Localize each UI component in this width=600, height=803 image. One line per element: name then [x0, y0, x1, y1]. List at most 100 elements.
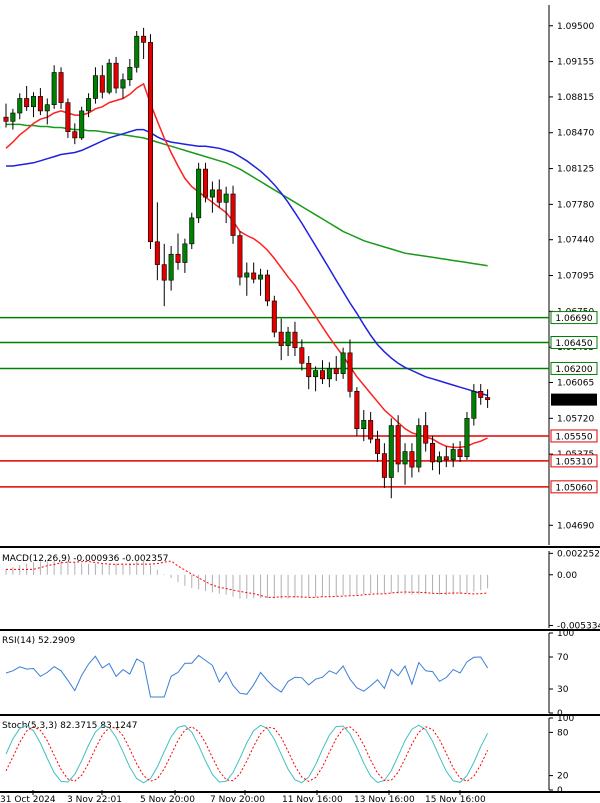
candle-body	[65, 102, 71, 132]
candle-body	[264, 274, 270, 302]
candle-body	[223, 193, 229, 203]
macd-tick-label: 0.002252	[557, 549, 600, 559]
rsi-tick-label: 100	[557, 629, 574, 639]
candle-body	[134, 35, 140, 68]
candle-body	[485, 397, 491, 400]
candle-body	[478, 391, 484, 398]
candle-body	[409, 451, 415, 468]
candle-body	[457, 449, 463, 458]
candle-body	[278, 331, 284, 346]
x-tick-label: 31 Oct 2024	[0, 795, 56, 803]
candle-body	[313, 370, 319, 378]
rsi-title: RSI(14) 52.2909	[2, 636, 75, 646]
candle-body	[37, 96, 43, 112]
y-tick-label: 1.04690	[557, 521, 594, 531]
x-tick-label: 15 Nov 16:00	[425, 795, 486, 803]
candle-body	[319, 370, 325, 380]
candle-body	[464, 418, 470, 458]
stoch-tick-label: 20	[557, 772, 569, 782]
candle-body	[285, 331, 291, 346]
x-tick-label: 5 Nov 20:00	[140, 795, 195, 803]
candle-body	[196, 168, 202, 219]
stoch-tick-label: 100	[557, 714, 574, 724]
candle-body	[354, 391, 360, 429]
candle-body	[51, 72, 57, 105]
macd-pane: MACD(12,26,9) -0.000936 -0.002357 0.00225…	[0, 549, 600, 631]
candle-body	[10, 112, 16, 122]
level-label: 1.05060	[555, 483, 592, 493]
candle-body	[230, 193, 236, 236]
candle-body	[147, 42, 153, 243]
stoch-pane: Stoch(5,3,3) 82.3715 83.124710080200	[0, 714, 600, 796]
candle-body	[72, 131, 78, 139]
y-tick-label: 1.08815	[557, 93, 594, 103]
candle-body	[120, 79, 126, 89]
candle-body	[79, 110, 85, 139]
candle-body	[113, 62, 119, 89]
candle-body	[161, 264, 167, 281]
candle-body	[326, 368, 332, 380]
candle-body	[402, 451, 408, 465]
candle-body	[340, 352, 346, 374]
stoch-tick-label: 0	[557, 786, 563, 796]
candle-body	[154, 241, 160, 265]
x-tick-label: 7 Nov 20:00	[210, 795, 265, 803]
level-label: 1.05310	[555, 457, 592, 467]
candle-body	[244, 272, 250, 278]
candle-body	[368, 420, 374, 440]
candle-body	[381, 453, 387, 478]
candle-body	[271, 300, 277, 333]
candle-body	[258, 274, 264, 280]
candle-body	[395, 425, 401, 465]
y-tick-label: 1.09500	[557, 22, 594, 32]
candle-body	[31, 96, 37, 108]
candle-body	[375, 438, 381, 454]
candle-body	[237, 235, 243, 278]
candle-body	[450, 449, 456, 461]
y-tick-label: 1.06065	[557, 378, 594, 388]
stoch-signal-line	[5, 726, 489, 782]
level-label: 1.06200	[555, 365, 592, 375]
x-tick-label: 3 Nov 22:01	[67, 795, 122, 803]
candle-body	[189, 217, 195, 245]
x-tick-label: 11 Nov 16:00	[282, 795, 343, 803]
candle-body	[168, 253, 174, 281]
rsi-tick-label: 70	[557, 653, 569, 663]
level-label: 1.05550	[555, 432, 592, 442]
x-tick-label: 13 Nov 16:00	[354, 795, 415, 803]
candle-body	[3, 116, 9, 122]
candle-body	[175, 253, 181, 263]
level-label: 1.06450	[555, 339, 592, 349]
y-tick-label: 1.05720	[557, 414, 594, 424]
candle-body	[471, 391, 477, 419]
rsi-tick-label: 30	[557, 685, 569, 695]
forex-chart: 1.09500 1.09155 1.08815 1.08470 1.08125 1.077…	[0, 5, 600, 803]
y-tick-label: 1.08125	[557, 165, 594, 175]
stoch-main-line	[5, 724, 489, 784]
candle-body	[333, 368, 339, 374]
candle-body	[58, 72, 64, 103]
candle-body	[141, 35, 147, 43]
candle-body	[292, 331, 298, 348]
candle-body	[127, 67, 133, 81]
candle-body	[203, 168, 209, 198]
ma-green-line	[6, 123, 488, 267]
rsi-line	[5, 654, 489, 698]
candle-body	[436, 456, 442, 463]
candle-body	[24, 98, 30, 108]
price-pane: 1.09500 1.09155 1.08815 1.08470 1.08125 1.077…	[0, 5, 600, 548]
y-tick-label: 1.08470	[557, 129, 594, 139]
candle-body	[17, 98, 23, 114]
macd-tick-label: 0.00	[557, 571, 577, 581]
y-tick-label: 1.07780	[557, 200, 594, 210]
level-label: 1.06690	[555, 314, 592, 324]
candle-body	[106, 62, 112, 93]
candle-body	[99, 75, 105, 93]
current-price-label: 1.05896	[555, 396, 592, 406]
candle-body	[423, 425, 429, 444]
candle-body	[430, 442, 436, 463]
candle-body	[347, 352, 353, 392]
candle-body	[416, 425, 422, 468]
candle-body	[216, 189, 222, 203]
candle-body	[299, 347, 305, 364]
